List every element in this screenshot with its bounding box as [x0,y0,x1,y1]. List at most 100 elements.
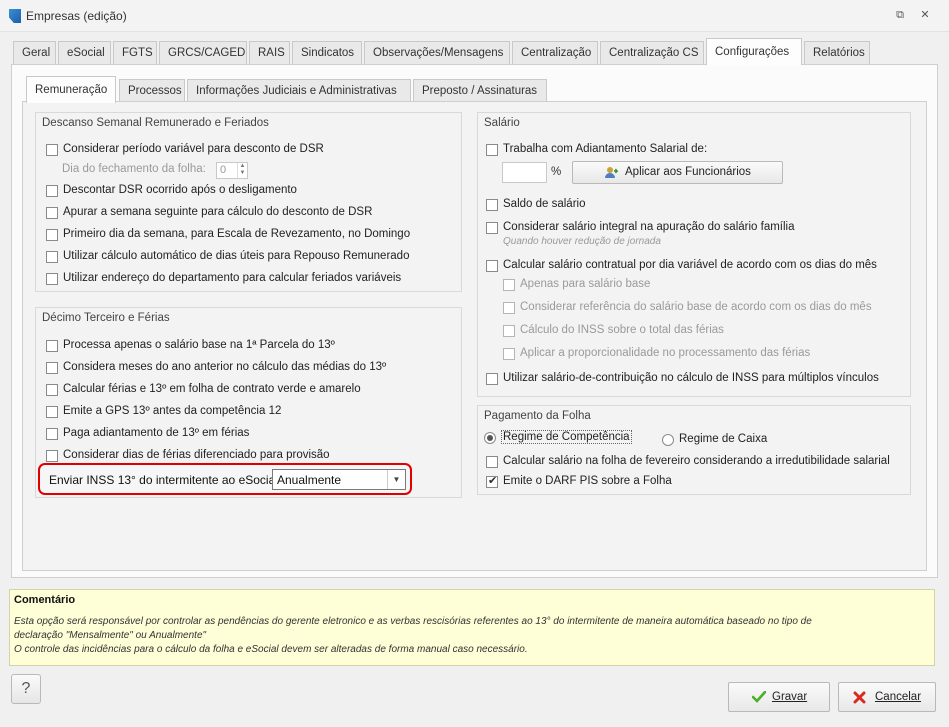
tab-fgts[interactable]: FGTS [113,41,157,65]
tab-centralizacao-cs[interactable]: Centralização CS [600,41,704,65]
comment-box: Comentário Esta opção será responsável p… [9,589,935,666]
checkbox-label: Trabalha com Adiantamento Salarial de: [503,143,708,155]
users-arrow-icon [605,166,619,179]
checkbox-box[interactable] [503,348,515,360]
close-icon[interactable]: ✕ [918,9,932,21]
checkbox-label: Calcular salário na folha de fevereiro c… [503,455,890,467]
app-logo-icon [9,9,21,23]
subtab-processos[interactable]: Processos [119,79,185,103]
salario-group-title: Salário [484,117,520,129]
checkbox-box[interactable] [46,273,58,285]
checkbox-box[interactable] [46,229,58,241]
radio-dot[interactable] [662,434,674,446]
checkbox-label: Considerar dias de férias diferenciado p… [63,449,330,461]
radio-dot[interactable] [484,432,496,444]
aplicar-funcionarios-button[interactable]: Aplicar aos Funcionários [572,161,783,184]
checkbox-box[interactable] [486,373,498,385]
checkbox-label: Aplicar a proporcionalidade no processam… [520,347,811,359]
checkbox-label: Calcular salário contratual por dia vari… [503,259,877,271]
spinner-arrows-icon[interactable]: ▲ ▼ [237,163,247,178]
checkbox-label: Apurar a semana seguinte para cálculo do… [63,206,373,218]
comment-title: Comentário [14,594,76,606]
checkbox-label: Considerar período variável para descont… [63,143,324,155]
checkbox-label: Apenas para salário base [520,278,651,290]
dsr-group-title: Descanso Semanal Remunerado e Feriados [42,117,269,129]
checkbox-label: Considerar referência do salário base de… [520,301,872,313]
checkbox-box[interactable] [486,199,498,211]
checkbox-box[interactable] [46,450,58,462]
chevron-down-icon[interactable]: ▼ [387,470,405,489]
comment-line-2: declaração "Mensalmente" ou Anualmente" [14,630,207,641]
checkbox-label: Descontar DSR ocorrido após o desligamen… [63,184,297,196]
cancel-label: Cancelar [875,691,922,703]
tab-configuracoes[interactable]: Configurações [706,38,802,65]
checkbox-box[interactable] [46,406,58,418]
checkbox-box[interactable] [503,325,515,337]
check-icon [751,690,767,706]
checkbox-box[interactable] [46,428,58,440]
inss-intermitente-label: Enviar INSS 13° do intermitente ao eSoci… [49,473,278,487]
inss-intermitente-value: Anualmente [277,473,342,487]
decimo-group-title: Décimo Terceiro e Férias [42,312,170,324]
help-button[interactable]: ? [11,674,41,704]
window-titlebar: Empresas (edição) ⧉ ✕ [0,0,949,32]
checkbox-label: Cálculo do INSS sobre o total das férias [520,324,724,336]
window-title: Empresas (edição) [26,9,127,23]
checkbox-box[interactable] [503,302,515,314]
checkbox-box[interactable] [46,340,58,352]
subtab-informacoes-judiciais[interactable]: Informações Judiciais e Administrativas [187,79,411,103]
pagamento-group-title: Pagamento da Folha [484,410,591,422]
checkbox-label: Calcular férias e 13º em folha de contra… [63,383,361,395]
checkbox-box[interactable] [46,384,58,396]
save-button[interactable]: Gravar [728,682,830,712]
checkbox-label: Utilizar salário-de-contribuição no cálc… [503,372,879,384]
checkbox-label: Saldo de salário [503,198,586,210]
subtab-remuneracao[interactable]: Remuneração [26,76,116,103]
checkbox-box[interactable] [486,474,498,488]
checkbox-box[interactable] [503,279,515,291]
checkbox-label: Considerar salário integral na apuração … [503,221,795,233]
checkbox-label: Utilizar cálculo automático de dias útei… [63,250,410,262]
radio-label: Regime de Caixa [679,433,768,445]
restore-icon[interactable]: ⧉ [893,9,907,21]
tab-relatorios[interactable]: Relatórios [804,41,870,65]
checkbox-box[interactable] [486,222,498,234]
tab-geral[interactable]: Geral [13,41,56,65]
cancel-button[interactable]: Cancelar [838,682,936,712]
comment-line-1: Esta opção será responsável por controla… [14,616,812,627]
checkbox-box[interactable] [46,144,58,156]
checkbox-box[interactable] [486,260,498,272]
tab-grcs-caged[interactable]: GRCS/CAGED [159,41,247,65]
aplicar-funcionarios-label: Aplicar aos Funcionários [625,166,751,178]
cancel-x-icon [853,691,866,707]
tab-esocial[interactable]: eSocial [58,41,111,65]
tab-observacoes[interactable]: Observações/Mensagens [364,41,510,65]
checkbox-label: Primeiro dia da semana, para Escala de R… [63,228,411,240]
closing-day-value: 0 [220,164,227,176]
checkbox-label: Considera meses do ano anterior no cálcu… [63,361,387,373]
checkbox-box[interactable] [486,456,498,468]
checkbox-label: Emite o DARF PIS sobre a Folha [503,475,672,487]
dsr-group: Descanso Semanal Remunerado e Feriados [35,112,462,292]
tab-rais[interactable]: RAIS [249,41,290,65]
tab-sindicatos[interactable]: Sindicatos [292,41,362,65]
subtab-preposto[interactable]: Preposto / Assinaturas [413,79,547,103]
inss-intermitente-select[interactable]: Anualmente ▼ [272,469,406,490]
checkbox-box[interactable] [46,362,58,374]
inss-intermitente-row: Enviar INSS 13° do intermitente ao eSoci… [38,463,412,495]
closing-day-spinner[interactable]: 0 ▲ ▼ [216,162,248,179]
comment-line-3: O controle das incidências para o cálcul… [14,644,528,655]
checkbox-box[interactable] [46,207,58,219]
percent-label: % [551,166,562,178]
checkbox-box[interactable] [486,144,498,156]
checkbox-label: Paga adiantamento de 13º em férias [63,427,250,439]
tab-centralizacao[interactable]: Centralização [512,41,598,65]
checkbox-label: Emite a GPS 13º antes da competência 12 [63,405,282,417]
salario-integral-note: Quando houver redução de jornada [503,236,661,247]
adiantamento-percent-input[interactable] [502,162,547,183]
checkbox-box[interactable] [46,185,58,197]
checkbox-box[interactable] [46,251,58,263]
checkbox-label: Processa apenas o salário base na 1ª Par… [63,339,335,351]
closing-day-label: Dia do fechamento da folha: [62,163,206,175]
radio-label: Regime de Competência [501,430,632,444]
